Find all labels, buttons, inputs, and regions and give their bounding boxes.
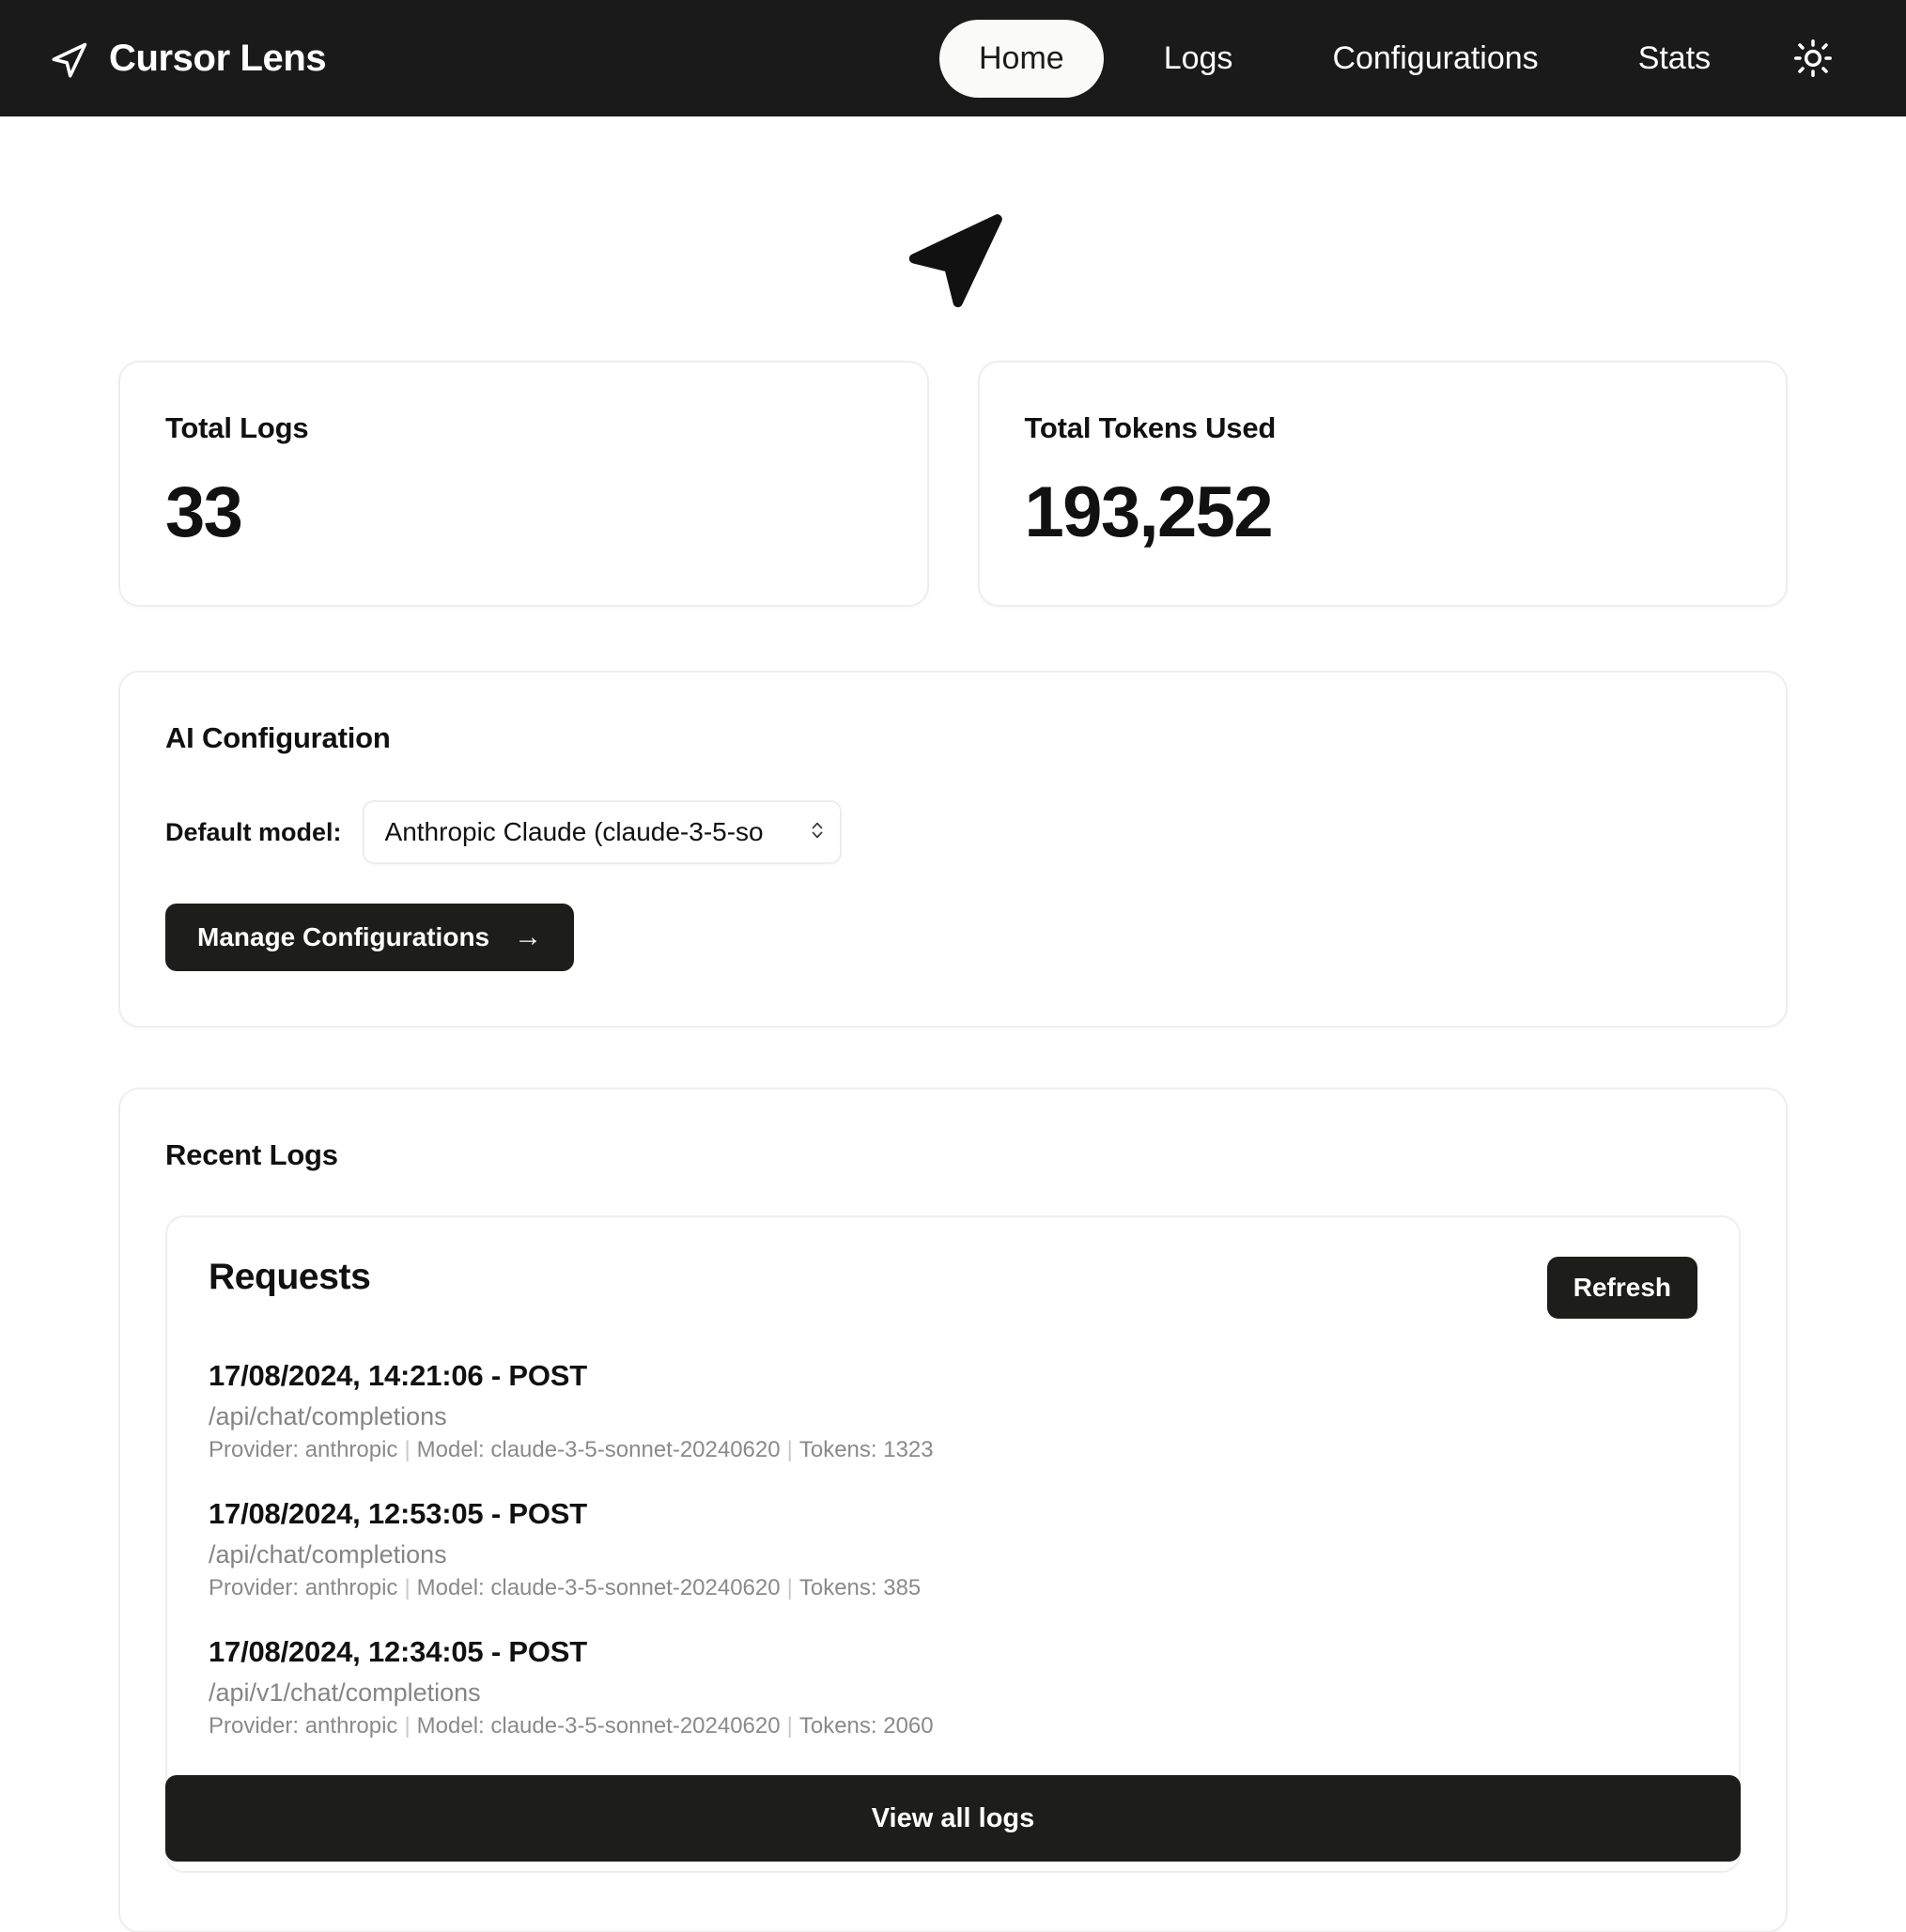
log-item-model: Model: claude-3-5-sonnet-20240620 — [417, 1575, 781, 1600]
refresh-button[interactable]: Refresh — [1547, 1257, 1697, 1319]
default-model-label: Default model: — [165, 818, 342, 847]
stat-label: Total Tokens Used — [1025, 411, 1742, 445]
nav-link-logs[interactable]: Logs — [1124, 20, 1273, 98]
log-list: 17/08/2024, 14:21:06 - POST /api/chat/co… — [209, 1343, 1697, 1757]
ai-configuration-card: AI Configuration Default model: Anthropi… — [118, 671, 1788, 1028]
manage-configurations-button[interactable]: Manage Configurations → — [165, 904, 574, 971]
nav-link-configurations[interactable]: Configurations — [1293, 20, 1577, 98]
requests-title: Requests — [209, 1257, 370, 1298]
default-model-row: Default model: Anthropic Claude (claude-… — [165, 800, 1741, 864]
log-item-model: Model: claude-3-5-sonnet-20240620 — [417, 1437, 781, 1462]
meta-separator: | — [781, 1713, 799, 1739]
hero-logo — [118, 116, 1788, 361]
log-item-title: 17/08/2024, 12:34:05 - POST — [209, 1635, 1697, 1669]
stat-card-total-tokens-used: Total Tokens Used 193,252 — [978, 361, 1789, 607]
list-item[interactable]: 17/08/2024, 12:34:05 - POST /api/v1/chat… — [209, 1619, 1697, 1757]
log-item-tokens: Tokens: 385 — [799, 1575, 921, 1600]
nav-links: Home Logs Configurations Stats — [939, 0, 1750, 116]
navigation-arrow-icon — [901, 210, 1006, 316]
log-item-title: 17/08/2024, 14:21:06 - POST — [209, 1359, 1697, 1393]
sun-icon — [1793, 39, 1833, 78]
log-item-provider: Provider: anthropic — [209, 1713, 397, 1739]
log-item-meta: Provider: anthropic|Model: claude-3-5-so… — [209, 1437, 1697, 1463]
view-all-logs-button[interactable]: View all logs — [165, 1775, 1741, 1862]
chevron-up-down-icon — [810, 818, 825, 847]
requests-header: Requests Refresh — [209, 1257, 1697, 1319]
meta-separator: | — [781, 1575, 799, 1600]
navigation-arrow-icon — [49, 39, 88, 79]
default-model-select[interactable]: Anthropic Claude (claude-3-5-so — [363, 800, 842, 864]
log-item-title: 17/08/2024, 12:53:05 - POST — [209, 1497, 1697, 1531]
meta-separator: | — [397, 1575, 416, 1600]
brand[interactable]: Cursor Lens — [49, 38, 326, 80]
nav-link-stats[interactable]: Stats — [1599, 20, 1750, 98]
stats-row: Total Logs 33 Total Tokens Used 193,252 — [118, 361, 1788, 607]
log-item-provider: Provider: anthropic — [209, 1575, 397, 1600]
nav-link-home[interactable]: Home — [939, 20, 1104, 98]
log-item-endpoint: /api/chat/completions — [209, 1540, 1697, 1569]
arrow-right-icon: → — [514, 923, 542, 951]
log-item-provider: Provider: anthropic — [209, 1437, 397, 1462]
log-item-model: Model: claude-3-5-sonnet-20240620 — [417, 1713, 781, 1739]
log-item-endpoint: /api/v1/chat/completions — [209, 1678, 1697, 1708]
log-item-tokens: Tokens: 2060 — [799, 1713, 934, 1739]
theme-toggle-button[interactable] — [1785, 30, 1841, 86]
log-item-endpoint: /api/chat/completions — [209, 1402, 1697, 1431]
recent-logs-card: Recent Logs Requests Refresh 17/08/2024,… — [118, 1088, 1788, 1932]
page-content: Total Logs 33 Total Tokens Used 193,252 … — [0, 116, 1906, 1932]
meta-separator: | — [397, 1437, 416, 1462]
list-item[interactable]: 17/08/2024, 12:53:05 - POST /api/chat/co… — [209, 1481, 1697, 1619]
log-item-meta: Provider: anthropic|Model: claude-3-5-so… — [209, 1575, 1697, 1601]
stat-label: Total Logs — [165, 411, 882, 445]
log-item-tokens: Tokens: 1323 — [799, 1437, 934, 1462]
log-item-meta: Provider: anthropic|Model: claude-3-5-so… — [209, 1713, 1697, 1739]
list-item[interactable]: 17/08/2024, 14:21:06 - POST /api/chat/co… — [209, 1343, 1697, 1481]
meta-separator: | — [781, 1437, 799, 1462]
manage-configurations-label: Manage Configurations — [197, 922, 489, 952]
stat-card-total-logs: Total Logs 33 — [118, 361, 929, 607]
stat-value: 193,252 — [1025, 477, 1742, 549]
requests-panel: Requests Refresh 17/08/2024, 14:21:06 - … — [165, 1215, 1741, 1873]
brand-name: Cursor Lens — [109, 38, 326, 80]
recent-logs-title: Recent Logs — [165, 1138, 1741, 1172]
top-navigation-bar: Cursor Lens Home Logs Configurations Sta… — [0, 0, 1906, 116]
meta-separator: | — [397, 1713, 416, 1739]
stat-value: 33 — [165, 477, 882, 549]
default-model-select-value: Anthropic Claude (claude-3-5-so — [385, 817, 806, 847]
ai-configuration-title: AI Configuration — [165, 721, 1741, 755]
